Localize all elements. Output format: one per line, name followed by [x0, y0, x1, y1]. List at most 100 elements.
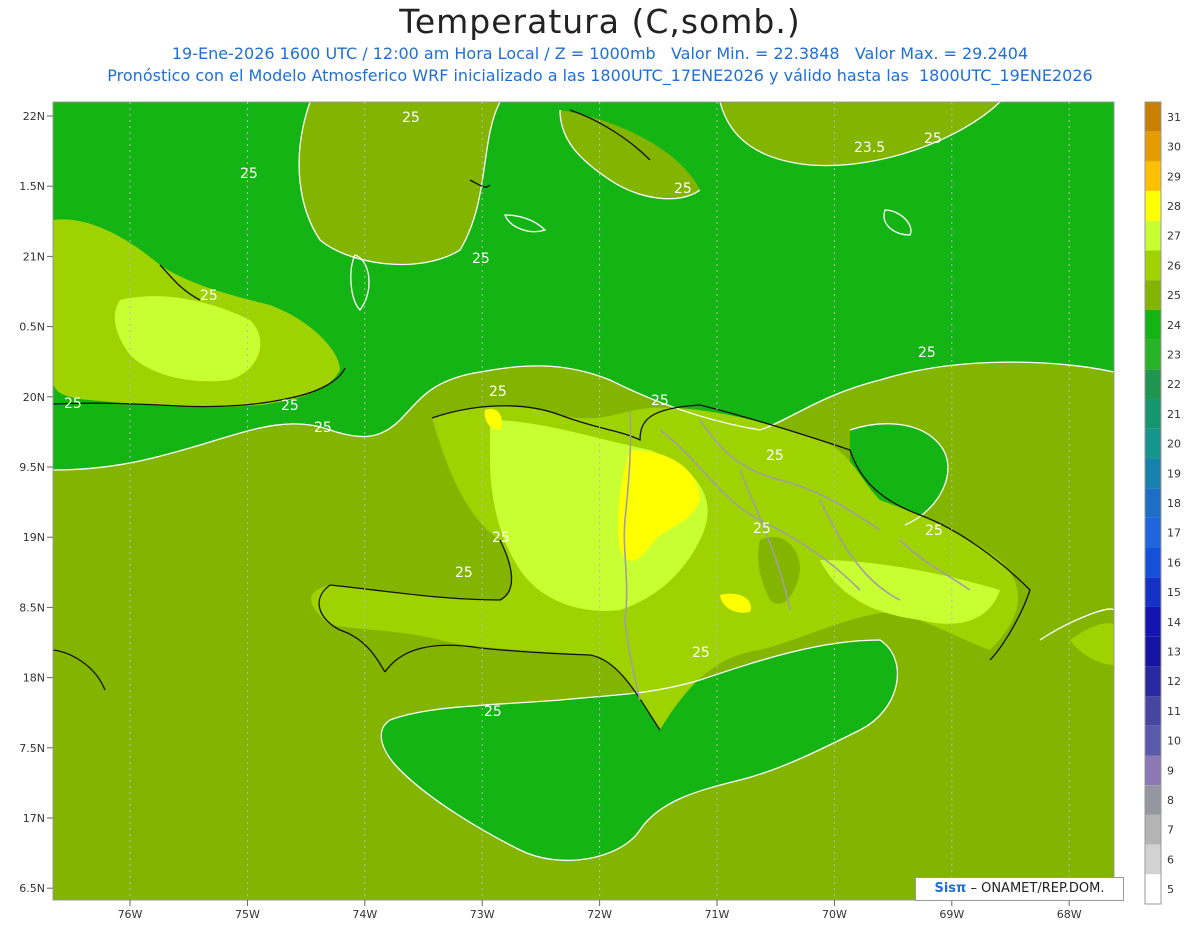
contour-label: 23.5 — [854, 140, 885, 156]
colorbar-swatch — [1145, 725, 1161, 756]
map-plot-area — [53, 102, 1114, 900]
colorbar-label: 15 — [1167, 586, 1181, 599]
colorbar-label: 21 — [1167, 408, 1181, 421]
colorbar-swatch — [1145, 428, 1161, 459]
colorbar-label: 31 — [1167, 111, 1181, 124]
colorbar-label: 17 — [1167, 527, 1181, 540]
colorbar-label: 20 — [1167, 438, 1181, 451]
colorbar-swatch — [1145, 785, 1161, 815]
colorbar-label: 24 — [1167, 319, 1181, 332]
contour-label: 25 — [314, 420, 332, 436]
colorbar-label: 30 — [1167, 141, 1181, 154]
colorbar-swatch — [1145, 131, 1161, 162]
colorbar-label: 13 — [1167, 646, 1181, 659]
colorbar-swatch — [1145, 102, 1161, 132]
contour-label: 25 — [651, 393, 669, 409]
contour-label: 25 — [692, 645, 710, 661]
colorbar-label: 29 — [1167, 170, 1181, 183]
colorbar-label: 10 — [1167, 735, 1181, 748]
colorbar-swatch — [1145, 636, 1161, 667]
longitude-labels: 76W 75W 74W 73W 72W 71W 70W 69W 68W — [118, 908, 1082, 921]
colorbar-label: 28 — [1167, 200, 1181, 213]
contour-label: 25 — [240, 166, 258, 182]
colorbar-swatch — [1145, 191, 1161, 221]
latitude-label: 20N — [23, 391, 45, 404]
latitude-label: 22N — [23, 110, 45, 123]
contour-label: 25 — [64, 396, 82, 412]
latitude-label: 9.5N — [19, 461, 45, 474]
colorbar-swatch — [1145, 755, 1161, 786]
contour-label: 25 — [925, 523, 943, 539]
colorbar-label: 18 — [1167, 497, 1181, 510]
colorbar-swatch — [1145, 814, 1161, 845]
colorbar-swatch — [1145, 220, 1161, 251]
colorbar-swatch — [1145, 517, 1161, 548]
colorbar-label: 9 — [1167, 764, 1174, 777]
longitude-label: 69W — [939, 908, 964, 921]
latitude-label: 17N — [23, 812, 45, 825]
contour-label: 25 — [918, 345, 936, 361]
colorbar-swatch — [1145, 161, 1161, 192]
colorbar-label: 16 — [1167, 556, 1181, 569]
latitude-label: 21N — [23, 250, 45, 263]
contour-label: 25 — [484, 704, 502, 720]
colorbar: 31 30 29 28 27 26 25 24 23 22 21 20 19 18 17 16 15 14 13 12… — [1144, 101, 1181, 905]
contour-label: 25 — [753, 521, 771, 537]
colorbar-label: 14 — [1167, 616, 1181, 629]
latitude-labels: 22N 1.5N 21N 0.5N 20N 9.5N 19N 8.5N 18N 7.5N 17N 6.… — [19, 110, 45, 895]
longitude-label: 75W — [235, 908, 260, 921]
longitude-label: 76W — [118, 908, 143, 921]
colorbar-label: 19 — [1167, 467, 1181, 480]
colorbar-swatch — [1145, 547, 1161, 578]
colorbar-swatch — [1145, 458, 1161, 489]
colorbar-swatch — [1145, 696, 1161, 726]
colorbar-swatch — [1145, 874, 1161, 904]
colorbar-swatch — [1145, 280, 1161, 310]
contour-label: 25 — [402, 110, 420, 126]
contour-label: 25 — [492, 530, 510, 546]
colorbar-swatch — [1145, 399, 1161, 429]
colorbar-swatch — [1145, 369, 1161, 400]
latitude-label: 6.5N — [19, 882, 45, 895]
colorbar-swatch — [1145, 488, 1161, 518]
contour-label: 25 — [766, 448, 784, 464]
latitude-label: 18N — [23, 672, 45, 685]
contour-label: 25 — [455, 565, 473, 581]
contour-label: 25 — [674, 181, 692, 197]
longitude-label: 72W — [587, 908, 612, 921]
colorbar-label: 6 — [1167, 853, 1174, 866]
colorbar-swatch — [1145, 666, 1161, 697]
colorbar-label: 5 — [1167, 883, 1174, 896]
longitude-label: 73W — [470, 908, 495, 921]
colorbar-label: 27 — [1167, 230, 1181, 243]
colorbar-label: 22 — [1167, 378, 1181, 391]
colorbar-swatch — [1145, 606, 1161, 637]
contour-label: 25 — [489, 384, 507, 400]
contour-label: 25 — [472, 251, 490, 267]
longitude-label: 71W — [705, 908, 730, 921]
credit-text: – ONAMET/REP.DOM. — [970, 881, 1105, 896]
latitude-label: 1.5N — [19, 180, 45, 193]
contour-label: 25 — [924, 131, 942, 147]
colorbar-swatch — [1145, 309, 1161, 340]
colorbar-label: 8 — [1167, 794, 1174, 807]
latitude-label: 7.5N — [19, 742, 45, 755]
colorbar-label: 7 — [1167, 824, 1174, 837]
colorbar-label: 26 — [1167, 259, 1181, 272]
colorbar-label: 25 — [1167, 289, 1181, 302]
colorbar-swatch — [1145, 577, 1161, 607]
colorbar-label: 12 — [1167, 675, 1181, 688]
colorbar-label: 23 — [1167, 348, 1181, 361]
sispi-logo: Sisπ — [934, 881, 967, 896]
temperature-map: 25 25 25 25 25 25 25 25 25 25 25 25 25 2… — [19, 101, 1181, 921]
contour-label: 25 — [281, 398, 299, 414]
longitude-label: 70W — [822, 908, 847, 921]
longitude-label: 74W — [352, 908, 377, 921]
latitude-label: 19N — [23, 531, 45, 544]
colorbar-swatch — [1145, 250, 1161, 281]
colorbar-label: 11 — [1167, 705, 1181, 718]
latitude-label: 8.5N — [19, 601, 45, 614]
longitude-label: 68W — [1057, 908, 1082, 921]
latitude-label: 0.5N — [19, 321, 45, 334]
colorbar-swatch — [1145, 844, 1161, 875]
